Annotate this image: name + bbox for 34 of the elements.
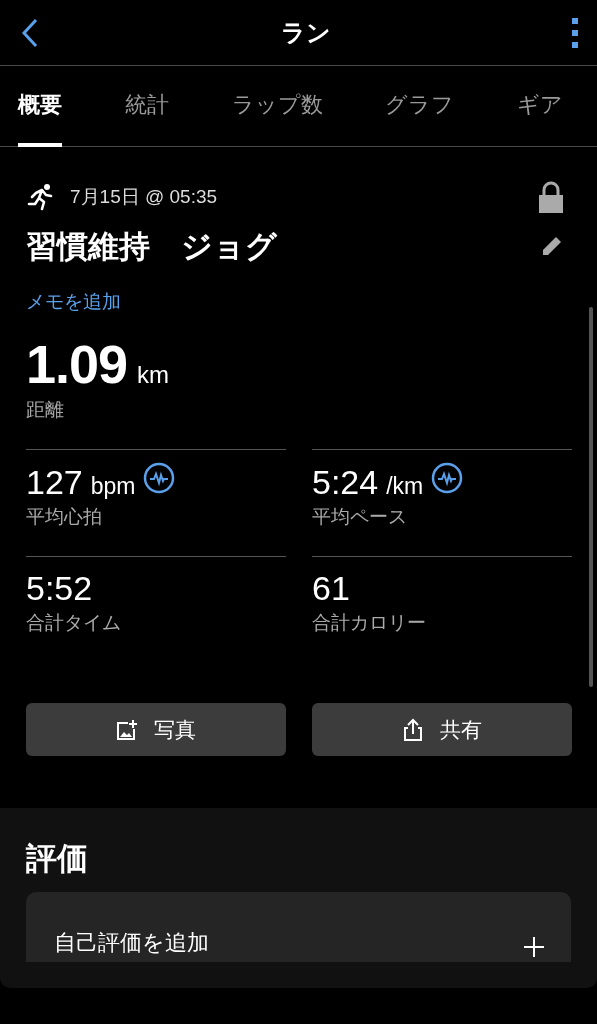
- more-menu-icon[interactable]: [571, 16, 579, 49]
- stat-label: 合計タイム: [26, 611, 122, 635]
- screen-title: ラン: [280, 17, 331, 48]
- activity-date: 7月15日 @ 05:35: [70, 185, 218, 209]
- add-photo-icon: [116, 718, 138, 741]
- stat-label: 平均ペース: [312, 505, 408, 529]
- chart-icon[interactable]: [431, 462, 464, 494]
- add-note-link[interactable]: メモを追加: [26, 289, 121, 315]
- distance-label: 距離: [26, 398, 65, 422]
- tab[interactable]: 統計: [124, 66, 169, 147]
- photo-button[interactable]: 写真: [26, 703, 286, 756]
- chart-icon[interactable]: [143, 462, 176, 494]
- tab[interactable]: 概要: [18, 66, 62, 147]
- tab[interactable]: グラフ: [385, 66, 455, 147]
- share-button[interactable]: 共有: [312, 703, 572, 756]
- activity-name: 習慣維持 ジョグ: [26, 228, 277, 266]
- section-title: 評価: [26, 840, 89, 878]
- tab[interactable]: ラップ数: [231, 66, 323, 147]
- distance-unit: km: [137, 361, 170, 389]
- stat-value: 127: [26, 463, 83, 502]
- stat-value: 5:24: [312, 463, 379, 502]
- add-rating-row[interactable]: 自己評価を追加: [26, 892, 571, 962]
- share-icon: [402, 717, 424, 742]
- lock-icon[interactable]: [537, 181, 565, 213]
- stat-unit: /km: [386, 473, 424, 500]
- stat-unit: bpm: [90, 473, 136, 500]
- stat-label: 合計カロリー: [312, 611, 427, 635]
- stat-label: 平均心拍: [26, 505, 103, 529]
- stat-value: 5:52: [26, 569, 93, 608]
- back-icon[interactable]: [20, 16, 40, 49]
- stat-value: 61: [312, 569, 350, 608]
- distance-value: 1.09: [26, 333, 128, 395]
- plus-icon: [523, 936, 545, 958]
- tab[interactable]: ギア: [517, 66, 563, 147]
